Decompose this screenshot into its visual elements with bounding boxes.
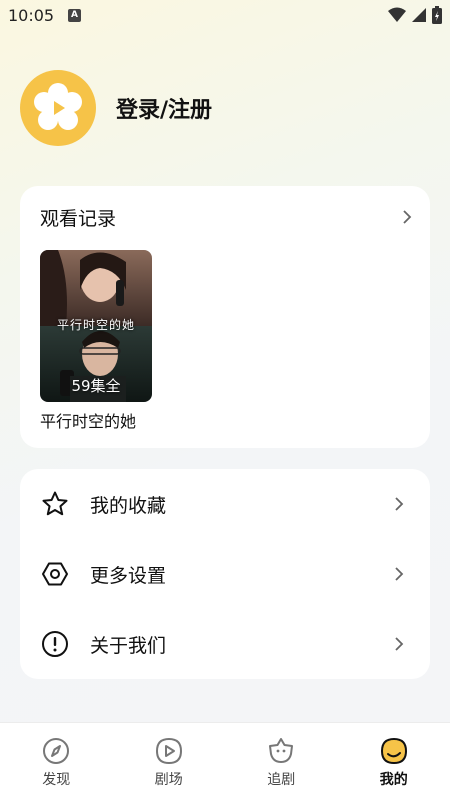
watch-history-card: 观看记录 平行时空的她 59集全 平行时空的她 — [20, 186, 430, 448]
episodes-badge: 59集全 — [71, 377, 121, 395]
menu-card: 我的收藏 更多设置 关于我们 — [20, 469, 430, 679]
info-icon — [40, 629, 70, 659]
profile-header[interactable]: 登录/注册 — [20, 70, 212, 146]
nav-label: 剧场 — [154, 772, 183, 788]
wifi-icon — [388, 7, 406, 22]
status-icons — [388, 6, 442, 24]
history-item-title[interactable]: 平行时空的她 — [40, 408, 136, 432]
compass-icon — [42, 737, 70, 765]
watch-history-header[interactable]: 观看记录 — [40, 202, 414, 232]
nav-tab-following[interactable]: 追剧 — [225, 723, 338, 800]
history-item-poster[interactable]: 平行时空的她 59集全 — [40, 250, 152, 402]
menu-item-label: 关于我们 — [90, 634, 167, 657]
nav-label: 追剧 — [267, 772, 296, 788]
bottom-nav: 发现 剧场 追剧 我的 — [0, 722, 450, 800]
chevron-right-icon — [395, 637, 404, 651]
flower-play-icon — [34, 83, 82, 130]
menu-item-about[interactable]: 关于我们 — [20, 609, 430, 679]
chevron-right-icon[interactable] — [400, 210, 414, 224]
nav-label: 发现 — [42, 772, 71, 788]
status-bar: 10:05 A — [0, 0, 450, 32]
profile-icon — [380, 737, 408, 765]
signal-icon — [412, 8, 426, 22]
star-icon — [40, 489, 70, 519]
menu-item-label: 更多设置 — [90, 564, 167, 587]
avatar[interactable] — [20, 70, 96, 146]
menu-item-settings[interactable]: 更多设置 — [20, 539, 430, 609]
star-face-icon — [267, 737, 295, 765]
settings-icon — [40, 559, 70, 589]
menu-item-label: 我的收藏 — [90, 494, 167, 517]
login-register-link[interactable]: 登录/注册 — [116, 92, 212, 124]
poster-title-overlay: 平行时空的她 — [56, 318, 135, 332]
nav-tab-mine[interactable]: 我的 — [338, 723, 450, 800]
notification-icon: A — [68, 9, 81, 22]
play-icon — [155, 737, 183, 765]
status-time: 10:05 — [8, 6, 55, 25]
menu-item-favorites[interactable]: 我的收藏 — [20, 469, 430, 539]
nav-tab-theater[interactable]: 剧场 — [113, 723, 226, 800]
nav-tab-discover[interactable]: 发现 — [0, 723, 113, 800]
chevron-right-icon — [395, 567, 404, 581]
chevron-right-icon — [395, 497, 404, 511]
battery-icon — [432, 6, 442, 24]
watch-history-title: 观看记录 — [40, 207, 117, 230]
nav-label: 我的 — [379, 772, 408, 788]
